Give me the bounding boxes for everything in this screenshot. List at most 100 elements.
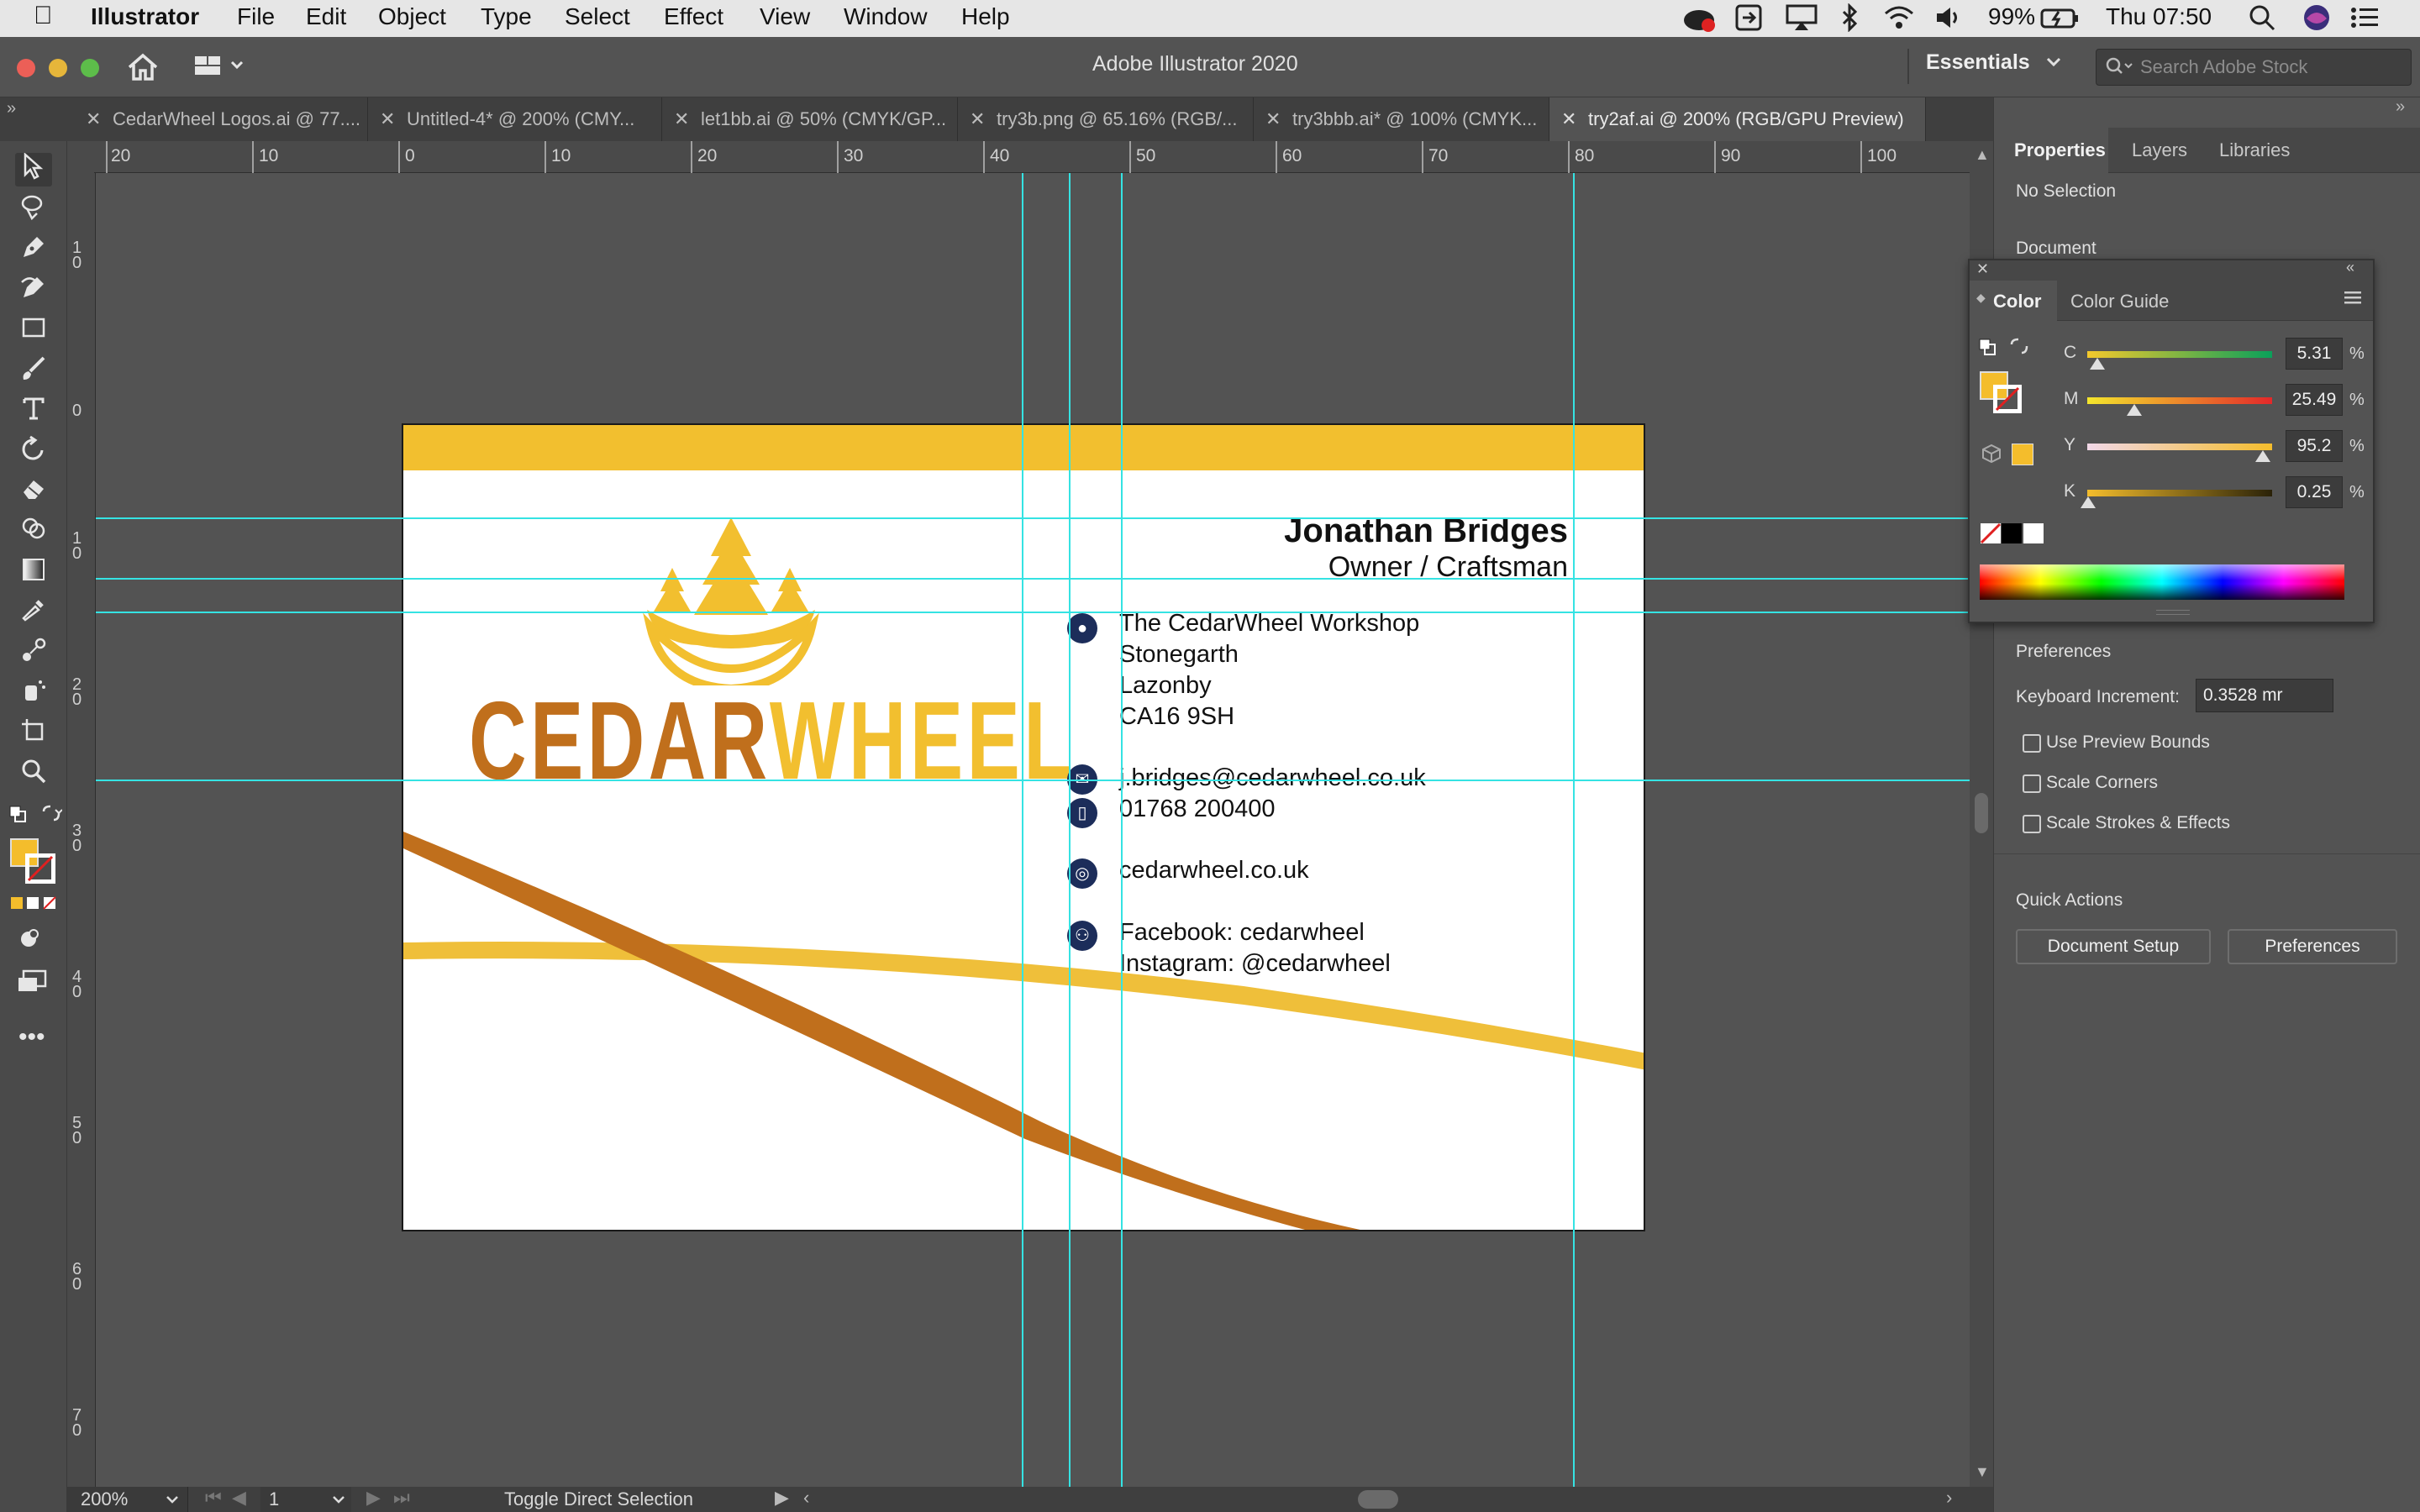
rectangle-tool-icon[interactable] bbox=[15, 314, 52, 348]
app-menu[interactable]: Illustrator bbox=[91, 3, 199, 30]
slider-thumb-c[interactable] bbox=[2089, 358, 2105, 370]
tab-try3bbb[interactable]: ✕ try3bbb.ai* @ 100% (CMYK... bbox=[1254, 97, 1549, 141]
clock[interactable]: Thu 07:50 bbox=[2106, 3, 2212, 30]
menu-effect[interactable]: Effect bbox=[664, 3, 723, 30]
screen-mode-icon[interactable] bbox=[17, 969, 47, 997]
apple-icon[interactable]:  bbox=[34, 2, 53, 30]
stock-search-input[interactable]: Search Adobe Stock bbox=[2096, 49, 2412, 86]
scroll-down-icon[interactable]: ▼ bbox=[1975, 1463, 1990, 1481]
eyedropper-tool-icon[interactable] bbox=[15, 596, 52, 630]
scrollbar-thumb[interactable] bbox=[1975, 793, 1988, 833]
swap-fill-stroke-icon[interactable] bbox=[40, 805, 63, 829]
scroll-up-icon[interactable]: ▲ bbox=[1975, 146, 1990, 164]
chevron-down-icon[interactable] bbox=[165, 1490, 180, 1512]
shape-builder-tool-icon[interactable] bbox=[15, 516, 52, 549]
artboard-tool-icon[interactable] bbox=[15, 717, 52, 751]
collapse-toolbar-icon[interactable]: » bbox=[7, 99, 16, 118]
artboard[interactable]: CEDARWHEEL Jonathan Bridges Owner / Craf… bbox=[402, 423, 1645, 1231]
airplay-icon[interactable] bbox=[1785, 3, 1818, 38]
menu-object[interactable]: Object bbox=[378, 3, 446, 30]
channel-value-c[interactable]: 5.31 bbox=[2286, 338, 2343, 370]
guide-vertical[interactable] bbox=[1022, 173, 1023, 1487]
panel-resize-grip[interactable] bbox=[2156, 610, 2190, 615]
white-swatch[interactable] bbox=[2023, 523, 2044, 543]
ruler-origin[interactable] bbox=[67, 141, 94, 173]
menu-help[interactable]: Help bbox=[961, 3, 1010, 30]
tab-layers[interactable]: Layers bbox=[2132, 128, 2187, 173]
channel-value-y[interactable]: 95.2 bbox=[2286, 430, 2343, 462]
guide-vertical[interactable] bbox=[1121, 173, 1123, 1487]
menu-type[interactable]: Type bbox=[481, 3, 532, 30]
menu-edit[interactable]: Edit bbox=[306, 3, 346, 30]
default-fill-stroke-icon[interactable] bbox=[1978, 338, 1998, 362]
battery-icon[interactable] bbox=[2040, 3, 2081, 38]
artboard-number-field[interactable]: 1 bbox=[260, 1487, 351, 1512]
vertical-ruler[interactable]: 1 0 0 1 0 2 0 3 0 4 0 5 0 6 0 7 0 bbox=[67, 173, 96, 1487]
keyboard-increment-input[interactable]: 0.3528 mr bbox=[2196, 679, 2333, 712]
paintbrush-tool-icon[interactable] bbox=[15, 354, 52, 388]
close-window-button[interactable] bbox=[17, 59, 35, 77]
last-artboard-icon[interactable]: ⏭ bbox=[393, 1487, 410, 1509]
tab-color[interactable]: ◆ Color bbox=[1970, 281, 2057, 321]
chevron-down-icon[interactable] bbox=[331, 1490, 346, 1512]
scale-corners-checkbox[interactable] bbox=[2023, 774, 2041, 793]
menu-window[interactable]: Window bbox=[844, 3, 928, 30]
close-tab-icon[interactable]: ✕ bbox=[970, 97, 985, 141]
close-panel-icon[interactable]: ✕ bbox=[1976, 260, 1989, 278]
none-swatch[interactable] bbox=[1980, 522, 2002, 549]
channel-value-m[interactable]: 25.49 bbox=[2286, 384, 2343, 416]
selection-tool-icon[interactable] bbox=[15, 152, 52, 186]
tab-try3b[interactable]: ✕ try3b.png @ 65.16% (RGB/... bbox=[958, 97, 1254, 141]
scroll-left-icon[interactable]: ‹ bbox=[803, 1487, 809, 1509]
blend-tool-icon[interactable] bbox=[15, 637, 52, 670]
canvas[interactable]: CEDARWHEEL Jonathan Bridges Owner / Craf… bbox=[96, 173, 1970, 1487]
guide-horizontal[interactable] bbox=[96, 517, 1970, 519]
status-tool-hint[interactable]: Toggle Direct Selection bbox=[504, 1488, 693, 1510]
bluetooth-icon[interactable] bbox=[1840, 3, 1860, 38]
guide-horizontal[interactable] bbox=[96, 780, 1970, 781]
siri-icon[interactable] bbox=[2302, 3, 2331, 38]
rotate-tool-icon[interactable] bbox=[15, 435, 52, 469]
guide-vertical[interactable] bbox=[1573, 173, 1575, 1487]
chevron-down-icon[interactable] bbox=[2045, 55, 2062, 73]
slider-track-y[interactable] bbox=[2087, 444, 2272, 450]
minimize-window-button[interactable] bbox=[49, 59, 67, 77]
magic-wand-lasso-icon[interactable] bbox=[15, 193, 52, 227]
guide-horizontal[interactable] bbox=[96, 578, 1970, 580]
close-tab-icon[interactable]: ✕ bbox=[1561, 97, 1576, 141]
use-preview-bounds-checkbox[interactable] bbox=[2023, 734, 2041, 753]
tab-try2af-active[interactable]: ✕ try2af.ai @ 200% (RGB/GPU Preview) bbox=[1549, 97, 1926, 141]
scale-strokes-effects-checkbox[interactable] bbox=[2023, 815, 2041, 833]
draw-mode-icon[interactable] bbox=[18, 927, 44, 953]
panel-options-toggle-icon[interactable]: ◆ bbox=[1976, 291, 1986, 305]
notification-center-icon[interactable] bbox=[2349, 3, 2380, 38]
guide-horizontal[interactable] bbox=[96, 612, 1970, 613]
black-swatch[interactable] bbox=[2002, 523, 2022, 543]
arrange-documents-icon[interactable] bbox=[193, 54, 247, 83]
slider-track-k[interactable] bbox=[2087, 490, 2272, 496]
wifi-icon[interactable] bbox=[1882, 3, 1916, 38]
status-menu-icon[interactable]: ▶ bbox=[775, 1487, 789, 1509]
slider-thumb-m[interactable] bbox=[2127, 404, 2143, 416]
tab-cedarwheel-logos[interactable]: ✕ CedarWheel Logos.ai @ 77.... bbox=[74, 97, 368, 141]
close-tab-icon[interactable]: ✕ bbox=[1265, 97, 1281, 141]
out-of-gamut-cube-icon[interactable] bbox=[1981, 444, 2002, 468]
edit-toolbar-more-icon[interactable]: ••• bbox=[18, 1023, 45, 1052]
document-setup-button[interactable]: Document Setup bbox=[2016, 929, 2211, 964]
spotlight-search-icon[interactable] bbox=[2249, 3, 2275, 38]
color-panel-header[interactable]: ✕ « bbox=[1970, 259, 2373, 281]
volume-icon[interactable] bbox=[1934, 3, 1963, 38]
slider-thumb-k[interactable] bbox=[2080, 496, 2096, 508]
close-tab-icon[interactable]: ✕ bbox=[86, 97, 101, 141]
channel-value-k[interactable]: 0.25 bbox=[2286, 476, 2343, 508]
slider-track-c[interactable] bbox=[2087, 351, 2272, 358]
stroke-none-swatch[interactable] bbox=[24, 853, 56, 888]
close-tab-icon[interactable]: ✕ bbox=[380, 97, 395, 141]
symbol-sprayer-tool-icon[interactable] bbox=[15, 677, 52, 711]
home-icon[interactable] bbox=[126, 52, 160, 87]
tab-libraries[interactable]: Libraries bbox=[2219, 128, 2290, 173]
creative-cloud-icon[interactable] bbox=[1681, 3, 1718, 39]
preferences-button[interactable]: Preferences bbox=[2228, 929, 2397, 964]
next-artboard-icon[interactable]: ▶ bbox=[366, 1487, 381, 1509]
color-mode-buttons[interactable] bbox=[10, 895, 59, 915]
